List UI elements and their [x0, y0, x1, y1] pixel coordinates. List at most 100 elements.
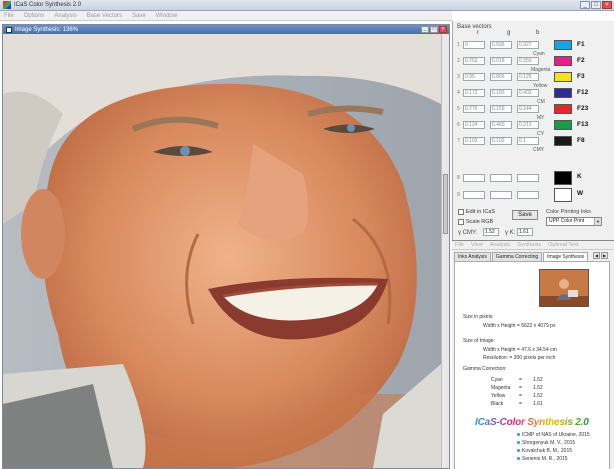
gamma-magenta-name: Magenta	[491, 385, 511, 391]
logo-graphic: ICaS-Color Synthesis 2.0	[475, 417, 589, 428]
menu-analysis[interactable]: Analysis	[54, 13, 76, 19]
r-input[interactable]	[463, 191, 485, 199]
save-button[interactable]: Save	[512, 210, 538, 220]
gamma-yellow-value: 1.52	[533, 393, 543, 399]
submenu-file[interactable]: File	[455, 242, 464, 248]
scale-rgb-checkbox[interactable]: Scale RGB	[458, 219, 493, 225]
image-window-minimize-button[interactable]: _	[421, 26, 429, 33]
g-input[interactable]: 0.866	[490, 73, 512, 81]
g-input[interactable]	[490, 174, 512, 182]
tab-inks-analysis[interactable]: Inks Analysis	[454, 252, 491, 261]
swatch-w[interactable]	[554, 188, 572, 202]
gamma-cmy-label: γ CMY:	[458, 230, 478, 236]
image-window-maximize-button[interactable]: □	[430, 26, 438, 33]
credit-text: Kovalchuk B. M., 2015	[522, 448, 573, 454]
label-w: W	[577, 190, 584, 197]
b-input[interactable]: 0.1	[517, 137, 539, 145]
image-window-close-button[interactable]: ×	[439, 26, 447, 33]
gamma-cyan-value: 1.52	[533, 377, 543, 383]
g-input[interactable]: 0.460	[490, 121, 512, 129]
gamma-cmy-input[interactable]: 1.52	[483, 228, 499, 236]
r-input[interactable]: 0.752	[463, 57, 485, 65]
menu-window[interactable]: Window	[156, 13, 177, 19]
menu-base-vectors[interactable]: Base Vectors	[87, 13, 122, 19]
r-input[interactable]: 0.95	[463, 73, 485, 81]
b-input[interactable]: 0.213	[517, 121, 539, 129]
g-input[interactable]	[490, 191, 512, 199]
g-input[interactable]: 0.102	[490, 137, 512, 145]
r-input[interactable]: 0.124	[463, 121, 485, 129]
label-f12: F12	[577, 89, 589, 96]
swatch-f8[interactable]	[554, 136, 572, 146]
credit-text: Senenin M. R., 2015	[522, 456, 568, 462]
equals-sign: =	[519, 401, 522, 407]
tab-image-synthesis[interactable]: Image Synthesis	[543, 252, 589, 261]
swatch-f2[interactable]	[554, 56, 572, 66]
g-input[interactable]: 0.506	[490, 41, 512, 49]
submenu-view[interactable]: View	[471, 242, 483, 248]
synthesized-photo	[3, 34, 441, 468]
vector-row-w: 9	[457, 189, 544, 201]
checkbox-box[interactable]	[458, 209, 464, 215]
logo-text: ICaS-Color Synthesis 2.0	[475, 417, 589, 428]
icas-logo: ICaS-Color Synthesis 2.0	[475, 414, 595, 430]
credit-text: ICMP of NAS of Ukraine, 2015	[522, 432, 590, 438]
swatch-f13[interactable]	[554, 120, 572, 130]
b-input[interactable]: 0.125	[517, 73, 539, 81]
color-printing-select[interactable]: UPP Color Print ▼	[546, 217, 602, 226]
swatch-f3[interactable]	[554, 72, 572, 82]
image-vertical-scrollbar[interactable]	[441, 34, 449, 468]
b-input[interactable]	[517, 174, 539, 182]
minimize-button[interactable]: _	[580, 1, 590, 9]
label-f23: F23	[577, 105, 589, 112]
b-input[interactable]: 0.927	[517, 41, 539, 49]
b-input[interactable]: 0.359	[517, 57, 539, 65]
label-k: K	[577, 173, 582, 180]
image-window-title: Image Synthesis: 136%	[15, 26, 79, 33]
r-input[interactable]: 0.172	[463, 89, 485, 97]
edit-in-icas-checkbox[interactable]: Edit in ICaS	[458, 209, 495, 215]
label-f2: F2	[577, 57, 585, 64]
g-input[interactable]: 0.183	[490, 89, 512, 97]
submenu-synthesis[interactable]: Synthesis	[517, 242, 541, 248]
menu-file[interactable]: File	[4, 13, 14, 19]
checkbox-box[interactable]	[458, 219, 464, 225]
r-input[interactable]: 0.102	[463, 137, 485, 145]
gamma-black-name: Black	[491, 401, 504, 407]
column-g-label: g	[507, 30, 511, 36]
g-input[interactable]: 0.018	[490, 57, 512, 65]
vector-row-f1: 1 0 0.506 0.927	[457, 39, 544, 51]
swatch-f12[interactable]	[554, 88, 572, 98]
swatch-k[interactable]	[554, 171, 572, 185]
maximize-button[interactable]: □	[591, 1, 601, 9]
r-input[interactable]	[463, 174, 485, 182]
gamma-cyan-name: Cyan	[491, 377, 503, 383]
portrait-image	[3, 34, 441, 468]
g-input[interactable]: 0.159	[490, 105, 512, 113]
vector-row-f3: 3 0.95 0.866 0.125	[457, 71, 544, 83]
b-input[interactable]	[517, 191, 539, 199]
b-input[interactable]: 0.402	[517, 89, 539, 97]
submenu-analysis[interactable]: Analysis	[490, 242, 510, 248]
menu-save[interactable]: Save	[132, 13, 146, 19]
gamma-correction-label: Gamma Correction:	[463, 366, 507, 372]
vector-row-f2: 2 0.752 0.018 0.359	[457, 55, 544, 67]
swatch-f23[interactable]	[554, 104, 572, 114]
swatch-f1[interactable]	[554, 40, 572, 50]
gamma-k-label: γ K:	[505, 230, 516, 236]
r-input[interactable]: 0	[463, 41, 485, 49]
vector-row-f13: 6 0.124 0.460 0.213	[457, 119, 544, 131]
scrollbar-thumb[interactable]	[443, 174, 448, 234]
submenu-optimal-text[interactable]: Optimal Text	[548, 242, 578, 248]
menu-options[interactable]: Options	[24, 13, 45, 19]
b-input[interactable]: 0.144	[517, 105, 539, 113]
tab-gamma-correcting[interactable]: Gamma Correcting	[491, 252, 543, 261]
label-f13: F13	[577, 121, 589, 128]
tab-right-arrow-icon[interactable]: ▶	[601, 252, 608, 259]
equals-sign: =	[519, 377, 522, 383]
gamma-k-input[interactable]: 1.61	[517, 228, 533, 236]
chevron-down-icon[interactable]: ▼	[594, 218, 601, 225]
tab-left-arrow-icon[interactable]: ◀	[593, 252, 600, 259]
close-button[interactable]: ×	[602, 1, 612, 9]
r-input[interactable]: 0.776	[463, 105, 485, 113]
